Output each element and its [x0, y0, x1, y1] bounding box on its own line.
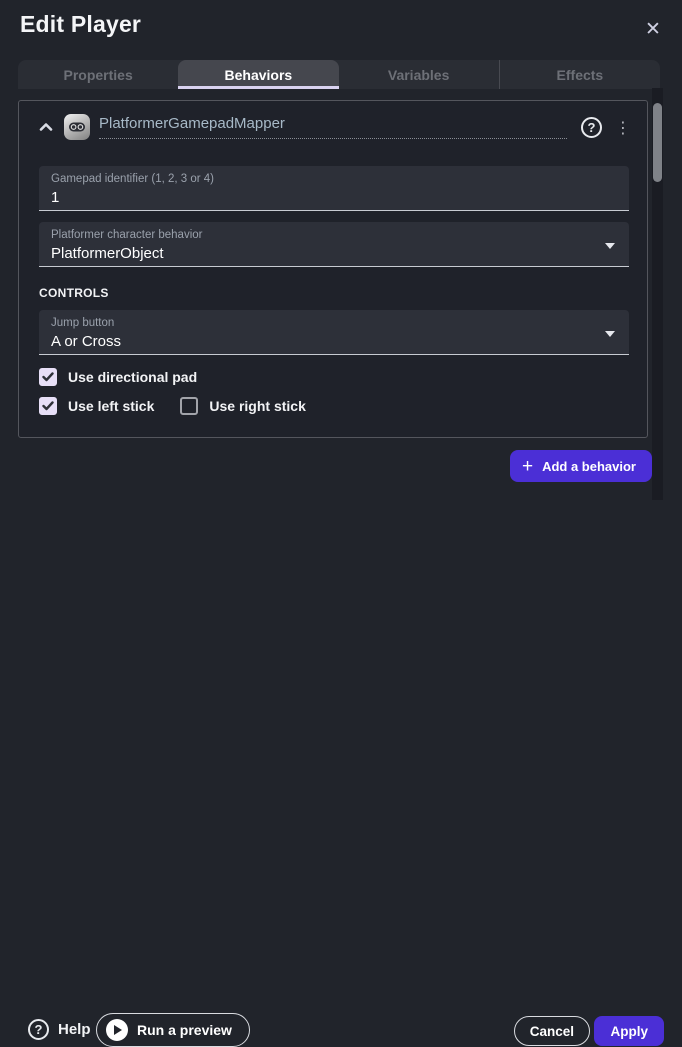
page-title: Edit Player: [20, 11, 141, 38]
help-label: Help: [58, 1021, 91, 1038]
behavior-name-field[interactable]: PlatformerGamepadMapper: [99, 115, 567, 139]
run-preview-label: Run a preview: [137, 1022, 232, 1038]
scrollbar-track[interactable]: [652, 88, 663, 500]
close-button[interactable]: ✕: [640, 16, 666, 42]
caret-down-icon: [605, 243, 615, 249]
tab-variables[interactable]: Variables: [339, 60, 499, 89]
scrollbar-thumb[interactable]: [653, 103, 662, 182]
check-icon: [42, 372, 54, 382]
gamepad-identifier-value: 1: [51, 188, 617, 208]
tab-behaviors[interactable]: Behaviors: [178, 60, 338, 89]
help-button[interactable]: ? Help: [28, 1019, 91, 1040]
checkbox-label: Use left stick: [68, 398, 154, 414]
behavior-card-body: Gamepad identifier (1, 2, 3 or 4) 1 Plat…: [19, 166, 647, 415]
use-directional-pad-checkbox[interactable]: Use directional pad: [39, 368, 197, 386]
kebab-menu-icon: ⋮: [615, 118, 631, 137]
apply-button[interactable]: Apply: [594, 1016, 664, 1046]
controls-section-heading: CONTROLS: [39, 286, 629, 300]
tab-properties[interactable]: Properties: [18, 60, 178, 89]
behavior-card-header: PlatformerGamepadMapper ? ⋮: [37, 112, 631, 142]
checkbox-box: [180, 397, 198, 415]
dialog-footer: ? Help Run a preview Cancel Apply: [0, 500, 682, 566]
tab-bar: Properties Behaviors Variables Effects: [18, 60, 660, 89]
checkbox-row: Use directional pad: [39, 368, 629, 386]
checkbox-box: [39, 368, 57, 386]
behavior-menu-button[interactable]: ⋮: [615, 118, 631, 137]
use-left-stick-checkbox[interactable]: Use left stick: [39, 397, 154, 415]
plus-icon: +: [522, 457, 533, 476]
caret-down-icon: [605, 331, 615, 337]
behavior-card: PlatformerGamepadMapper ? ⋮ Gamepad iden…: [18, 100, 648, 438]
character-behavior-select[interactable]: Platformer character behavior Platformer…: [39, 222, 629, 267]
checkbox-box: [39, 397, 57, 415]
close-icon: ✕: [645, 18, 661, 40]
gamepad-identifier-field[interactable]: Gamepad identifier (1, 2, 3 or 4) 1: [39, 166, 629, 211]
use-right-stick-checkbox[interactable]: Use right stick: [180, 397, 305, 415]
behavior-name: PlatformerGamepadMapper: [99, 115, 285, 132]
jump-button-label: Jump button: [51, 316, 617, 330]
character-behavior-label: Platformer character behavior: [51, 228, 617, 242]
check-icon: [42, 401, 54, 411]
gamepad-icon: [64, 114, 90, 140]
character-behavior-value: PlatformerObject: [51, 244, 617, 264]
checkbox-label: Use right stick: [209, 398, 305, 414]
cancel-button[interactable]: Cancel: [514, 1016, 590, 1046]
add-behavior-label: Add a behavior: [542, 459, 636, 474]
checkbox-row: Use left stick Use right stick: [39, 397, 629, 415]
chevron-up-icon: [37, 118, 55, 136]
behavior-help-button[interactable]: ?: [581, 117, 602, 138]
collapse-button[interactable]: [37, 118, 55, 136]
gamepad-identifier-label: Gamepad identifier (1, 2, 3 or 4): [51, 172, 617, 186]
question-mark-icon: ?: [588, 120, 596, 135]
checkbox-label: Use directional pad: [68, 369, 197, 385]
question-mark-icon: ?: [28, 1019, 49, 1040]
run-preview-button[interactable]: Run a preview: [96, 1013, 250, 1047]
jump-button-select[interactable]: Jump button A or Cross: [39, 310, 629, 355]
play-icon: [106, 1019, 128, 1041]
add-behavior-button[interactable]: + Add a behavior: [510, 450, 652, 482]
jump-button-value: A or Cross: [51, 332, 617, 352]
tab-effects[interactable]: Effects: [499, 60, 660, 89]
